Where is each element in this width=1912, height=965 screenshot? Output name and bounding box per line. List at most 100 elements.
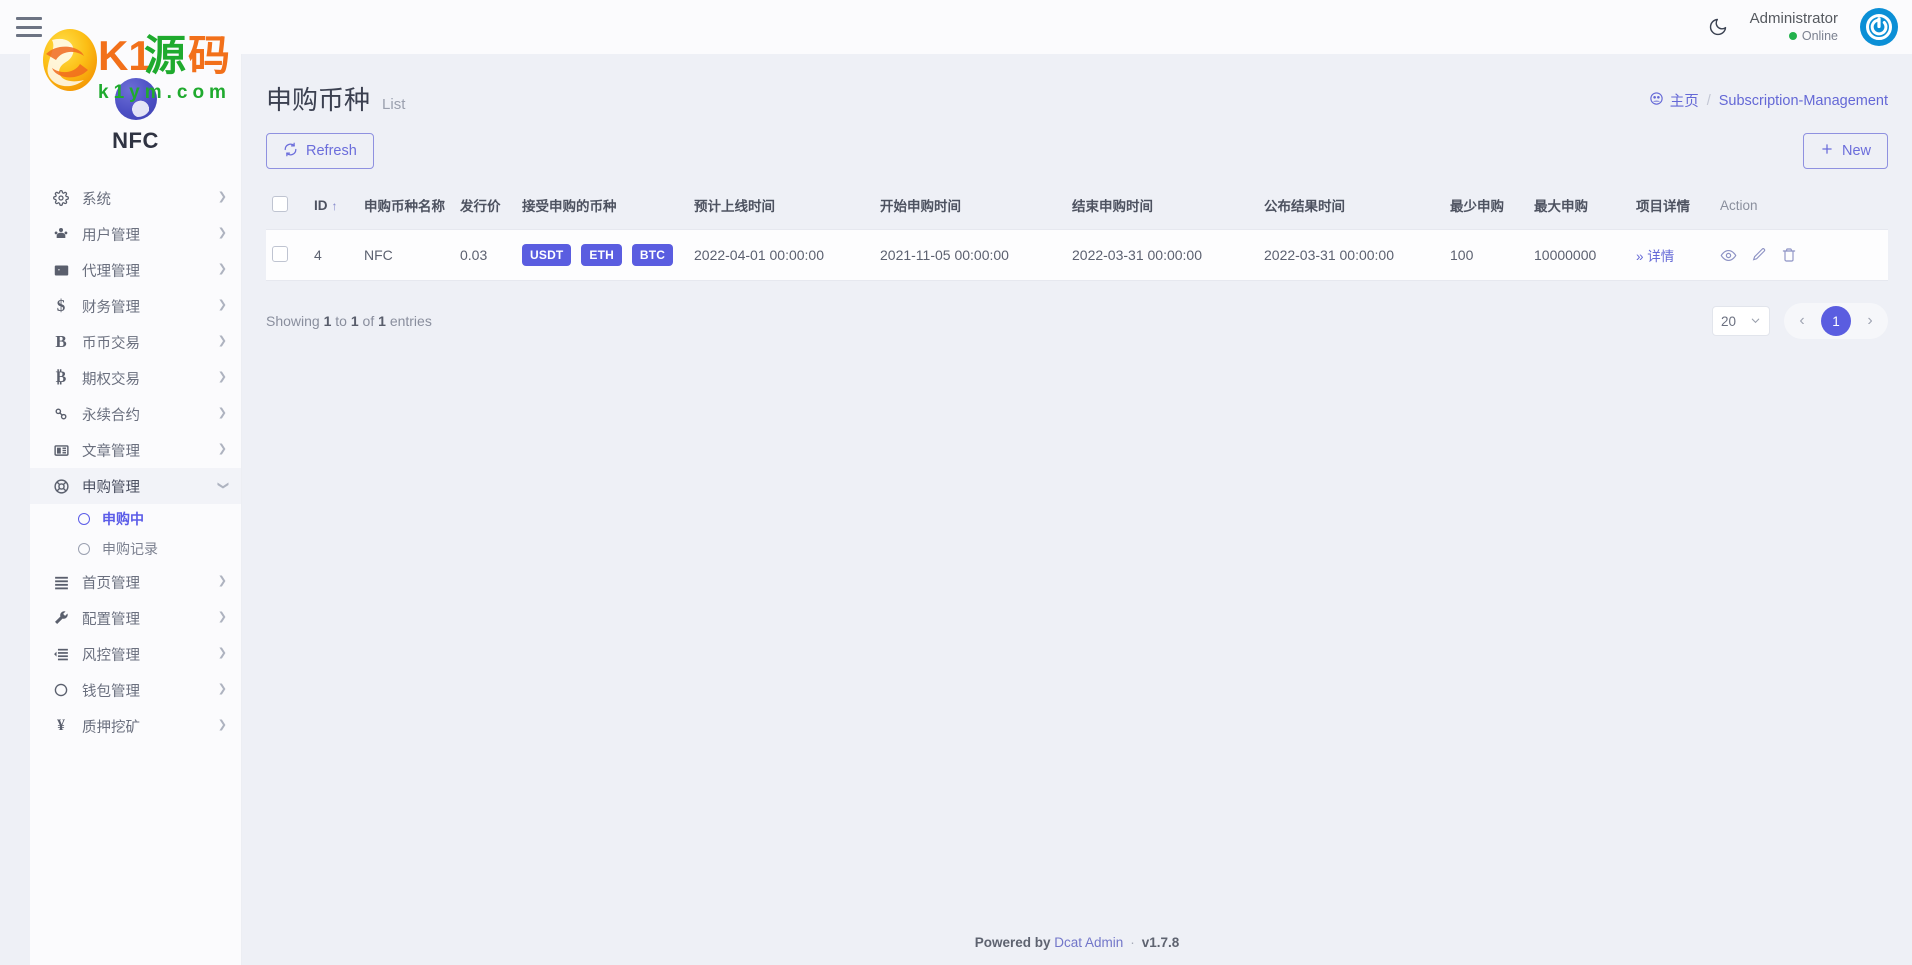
bars-icon [50, 575, 72, 590]
pagination-prev-button[interactable]: ‹ [1787, 306, 1817, 336]
header-expected-online-time[interactable]: 预计上线时间 [688, 185, 874, 230]
select-all-checkbox[interactable] [272, 195, 288, 212]
top-bar: Administrator Online [0, 0, 1912, 54]
page-size-select[interactable]: 20 [1712, 306, 1770, 336]
plus-icon [1820, 142, 1834, 160]
header-project-detail[interactable]: 项目详情 [1630, 185, 1714, 230]
table-head: ID ↑ 申购币种名称 发行价 接受申购的币种 预计上线时间 开始申购时间 结束申… [266, 185, 1888, 230]
pagination-controls: 20 ‹ 1 › [1712, 303, 1888, 339]
user-status: Online [1750, 29, 1838, 45]
refresh-button[interactable]: Refresh [266, 133, 374, 169]
table-body: 4 NFC 0.03 USDT ETH BTC 2022-04-01 00:00… [266, 229, 1888, 281]
page-subtitle: List [382, 96, 406, 113]
sidebar-item-article-management[interactable]: 文章管理 ❯ [30, 432, 241, 468]
row-action-group [1720, 247, 1882, 264]
header-id[interactable]: ID ↑ [308, 185, 358, 230]
sidebar-item-risk-management[interactable]: 风控管理 ❯ [30, 636, 241, 672]
page-title-group: 申购币种 List [266, 80, 405, 117]
header-min-subscription[interactable]: 最少申购 [1444, 185, 1528, 230]
header-issue-price[interactable]: 发行价 [454, 185, 516, 230]
chevron-right-icon: ❯ [217, 610, 227, 623]
breadcrumb-current: Subscription-Management [1718, 92, 1888, 109]
topbar-right-group: Administrator Online [1708, 0, 1912, 54]
table-card: ID ↑ 申购币种名称 发行价 接受申购的币种 预计上线时间 开始申购时间 结束申… [266, 185, 1888, 281]
breadcrumb-home[interactable]: 主页 [1649, 90, 1699, 111]
sidebar-item-user-management[interactable]: 用户管理 ❯ [30, 216, 241, 252]
submenu-item-subscribing[interactable]: 申购中 [30, 504, 241, 534]
sidebar-item-agent-management[interactable]: 代理管理 ❯ [30, 252, 241, 288]
showing-total: 1 [378, 313, 386, 329]
header-action: Action [1720, 197, 1758, 213]
project-detail-link[interactable]: » 详情 [1636, 245, 1674, 265]
sidebar-item-staking-mining[interactable]: ¥ 质押挖矿 ❯ [30, 708, 241, 744]
submenu-item-subscription-records[interactable]: 申购记录 [30, 534, 241, 564]
cell-max-subscription: 10000000 [1528, 229, 1630, 281]
showing-entries-word: entries [389, 313, 432, 329]
id-card-icon [50, 262, 72, 279]
showing-to: 1 [350, 313, 359, 329]
pagination-page-1[interactable]: 1 [1821, 306, 1851, 336]
sidebar-menu: 系统 ❯ 用户管理 ❯ 代理管理 ❯ $ 财务管理 ❯ B 币币交易 ❯ ₿ 期… [30, 180, 241, 744]
chevron-right-icon: ❯ [217, 406, 227, 419]
sidebar-item-subscription-management[interactable]: 申购管理 ❯ [30, 468, 241, 504]
header-start-time[interactable]: 开始申购时间 [874, 185, 1066, 230]
chevron-right-icon: ❯ [217, 646, 227, 659]
sidebar-item-label: 期权交易 [82, 371, 140, 388]
sidebar-item-finance-management[interactable]: $ 财务管理 ❯ [30, 288, 241, 324]
brand-logo-icon [114, 78, 157, 120]
row-checkbox[interactable] [272, 245, 288, 262]
sidebar-item-label: 永续合约 [82, 407, 140, 424]
view-icon[interactable] [1720, 247, 1737, 264]
header-max-subscription[interactable]: 最大申购 [1528, 185, 1630, 230]
sidebar-item-wallet-management[interactable]: 钱包管理 ❯ [30, 672, 241, 708]
link-chain-icon [50, 406, 72, 422]
new-button[interactable]: New [1802, 133, 1888, 169]
chevron-right-icon: ❯ [217, 190, 227, 203]
header-accepted-coins[interactable]: 接受申购的币种 [516, 185, 688, 230]
letter-b-icon: B [55, 332, 67, 351]
sidebar-item-label: 文章管理 [82, 443, 140, 460]
chevron-right-icon: ❯ [217, 262, 227, 275]
header-result-time[interactable]: 公布结果时间 [1258, 185, 1444, 230]
sidebar-item-label: 申购管理 [82, 479, 140, 496]
sidebar-item-config-management[interactable]: 配置管理 ❯ [30, 600, 241, 636]
sidebar-item-system[interactable]: 系统 ❯ [30, 180, 241, 216]
sidebar-item-label: 币币交易 [82, 335, 140, 352]
footer-separator: · [1130, 934, 1135, 950]
header-select-all [266, 185, 308, 230]
coin-badge: USDT [522, 244, 572, 266]
user-info[interactable]: Administrator Online [1750, 10, 1838, 44]
circle-icon [50, 682, 72, 698]
row-select-cell [266, 229, 308, 281]
showing-prefix: Showing [266, 313, 320, 329]
chevron-right-icon: ❯ [217, 442, 227, 455]
header-end-time[interactable]: 结束申购时间 [1066, 185, 1258, 230]
page-title: 申购币种 [266, 85, 371, 115]
sidebar-item-homepage-management[interactable]: 首页管理 ❯ [30, 564, 241, 600]
header-coin-name[interactable]: 申购币种名称 [358, 185, 454, 230]
page-footer: Powered by Dcat Admin · v1.7.8 [242, 919, 1912, 965]
delete-icon[interactable] [1781, 247, 1797, 263]
cell-result-time: 2022-03-31 00:00:00 [1258, 229, 1444, 281]
chevron-right-icon: ❯ [217, 718, 227, 731]
yen-icon: ¥ [57, 717, 65, 734]
refresh-icon [283, 142, 298, 161]
edit-icon[interactable] [1751, 247, 1767, 263]
sidebar-item-coin-trading[interactable]: B 币币交易 ❯ [30, 324, 241, 360]
showing-of-word: of [362, 313, 375, 329]
cell-expected-online-time: 2022-04-01 00:00:00 [688, 229, 874, 281]
sidebar-item-perpetual-contract[interactable]: 永续合约 ❯ [30, 396, 241, 432]
breadcrumb: 主页 / Subscription-Management [1649, 80, 1888, 111]
chevron-right-icon: ❯ [217, 334, 227, 347]
toolbar: Refresh New [242, 117, 1912, 169]
breadcrumb-separator: / [1706, 92, 1711, 109]
hamburger-menu-icon[interactable] [16, 17, 42, 37]
sidebar-item-options-trading[interactable]: ₿ 期权交易 ❯ [30, 360, 241, 396]
pagination-next-button[interactable]: › [1855, 306, 1885, 336]
avatar[interactable] [1860, 8, 1898, 46]
footer-brand-link[interactable]: Dcat Admin [1054, 935, 1123, 950]
cell-actions [1714, 229, 1888, 281]
breadcrumb-home-label: 主页 [1669, 94, 1699, 110]
moon-icon[interactable] [1708, 17, 1728, 37]
cell-accepted-coins: USDT ETH BTC [516, 229, 688, 281]
